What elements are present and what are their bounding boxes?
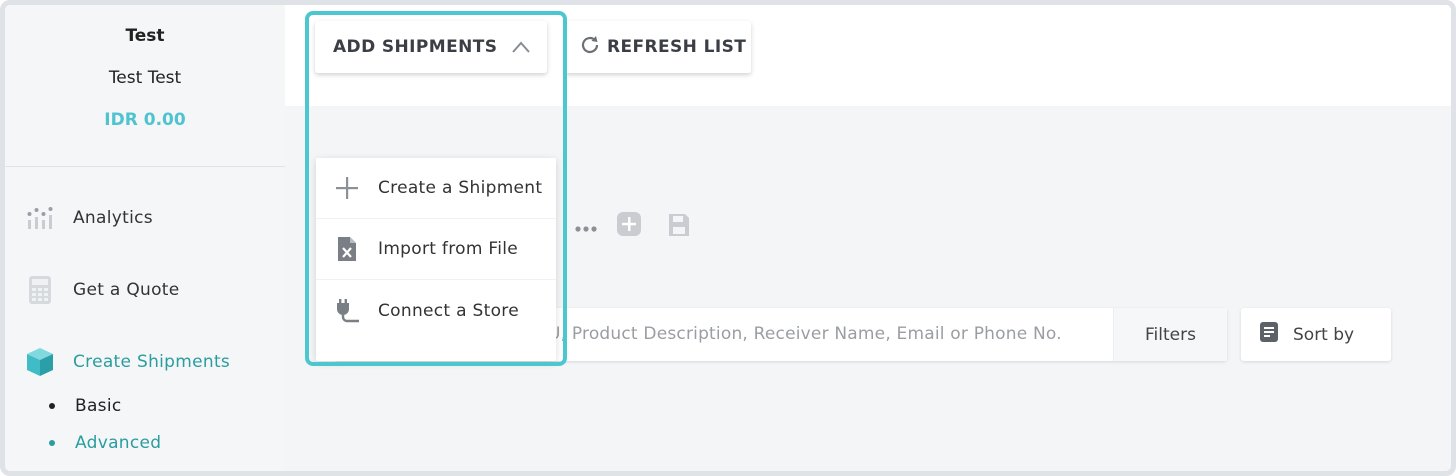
bullet-dot: [49, 403, 55, 409]
save-icon[interactable]: [666, 211, 692, 239]
top-toolbar: ADD SHIPMENTS REFRESH LIST: [285, 5, 1451, 106]
filters-label: Filters: [1145, 324, 1196, 345]
refresh-list-button[interactable]: REFRESH LIST: [565, 21, 751, 73]
calculator-icon: [25, 275, 55, 305]
menu-item-label: Connect a Store: [378, 300, 519, 321]
menu-item-label: Import from File: [378, 239, 519, 259]
refresh-list-label: REFRESH LIST: [607, 37, 747, 57]
sidebar-item-analytics[interactable]: Analytics: [25, 200, 275, 236]
profile-name: Test: [125, 26, 165, 46]
excel-file-icon: [333, 235, 361, 263]
profile-full-name: Test Test: [108, 68, 182, 88]
add-shipments-dropdown: Create a Shipment Import from File Conne…: [316, 158, 556, 361]
search-placeholder: U, Product Description, Receiver Name, E…: [548, 324, 1062, 344]
sidebar-subitem-advanced[interactable]: Advanced: [49, 431, 161, 455]
add-icon[interactable]: [616, 211, 642, 237]
more-options-icon[interactable]: [575, 218, 597, 240]
app-frame: Test Test Test IDR 0.00 Analytics Get a …: [0, 0, 1456, 476]
sort-by-button[interactable]: Sort by: [1241, 308, 1391, 361]
chevron-up-icon: [511, 39, 531, 59]
sidebar-item-create-shipments[interactable]: Create Shipments: [25, 344, 275, 380]
menu-item-create-shipment[interactable]: Create a Shipment: [316, 158, 556, 219]
sidebar-item-label: Analytics: [73, 208, 153, 228]
sort-by-label: Sort by: [1293, 324, 1355, 345]
profile-balance: IDR 0.00: [104, 110, 186, 130]
plug-icon: [333, 297, 361, 325]
sidebar-item-get-a-quote[interactable]: Get a Quote: [25, 272, 275, 308]
menu-item-label: Create a Shipment: [378, 178, 543, 198]
sidebar-item-label: Get a Quote: [73, 280, 180, 300]
plus-icon: [333, 174, 361, 202]
add-shipments-button[interactable]: ADD SHIPMENTS: [315, 21, 547, 73]
analytics-icon: [25, 203, 55, 233]
profile-panel: Test Test Test IDR 0.00: [5, 5, 285, 167]
sidebar: Test Test Test IDR 0.00 Analytics Get a …: [5, 5, 285, 471]
sidebar-subitem-label: Basic: [75, 396, 122, 416]
box-icon: [25, 347, 55, 377]
sidebar-subitem-basic[interactable]: Basic: [49, 394, 122, 418]
menu-item-import-from-file[interactable]: Import from File: [316, 219, 556, 280]
menu-item-connect-store[interactable]: Connect a Store: [316, 280, 556, 341]
sidebar-subitem-label: Advanced: [75, 433, 162, 453]
bullet-dot: [49, 440, 55, 446]
refresh-icon: [579, 34, 601, 61]
sidebar-item-label: Create Shipments: [73, 352, 231, 372]
filters-button[interactable]: Filters: [1113, 308, 1227, 361]
sort-icon: [1259, 321, 1279, 348]
add-shipments-label: ADD SHIPMENTS: [333, 37, 498, 57]
